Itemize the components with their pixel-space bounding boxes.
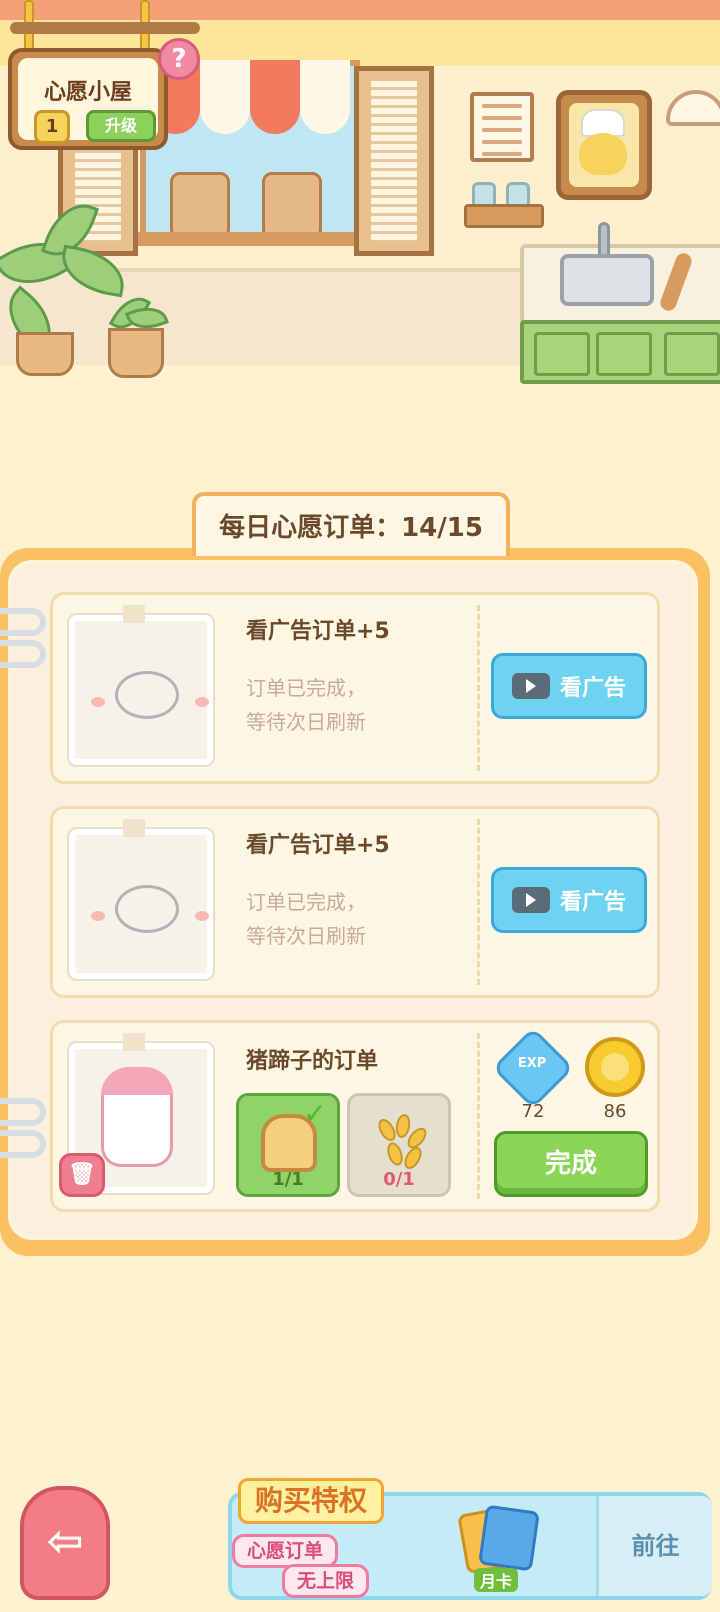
order-card: 🗑 猪蹄子的订单 ✓ 1/1 0/1 EXP 72 86 完成	[50, 1020, 660, 1212]
watch-ad-label: 看广告	[559, 890, 626, 915]
wheat-icon	[370, 1108, 432, 1176]
chef-portrait-icon	[556, 90, 652, 200]
order-card: 看广告订单+5 订单已完成， 等待次日刷新 看广告	[50, 592, 660, 784]
watch-ad-button[interactable]: 看广告	[491, 867, 647, 933]
binder-ring-icon	[0, 1130, 46, 1158]
exp-icon: EXP	[491, 1026, 575, 1110]
order-title: 看广告订单+5	[246, 619, 390, 644]
coin-value: 86	[603, 1101, 627, 1122]
watch-ad-button[interactable]: 看广告	[491, 653, 647, 719]
level-badge: 1	[34, 110, 70, 144]
banner-line2: 无上限	[282, 1564, 370, 1598]
order-card: 看广告订单+5 订单已完成， 等待次日刷新 看广告	[50, 806, 660, 998]
binder-ring-icon	[0, 608, 46, 636]
order-status: 订单已完成， 等待次日刷新	[246, 676, 366, 734]
order-title: 看广告订单+5	[246, 833, 390, 858]
go-button[interactable]: 前往	[596, 1496, 712, 1596]
paper-bag-icon	[170, 172, 230, 236]
window-sill	[125, 232, 375, 246]
video-camera-icon	[511, 887, 550, 913]
order-status: 订单已完成， 等待次日刷新	[246, 890, 366, 948]
ingredient-count: 0/1	[383, 1169, 415, 1190]
top-rail	[0, 0, 720, 22]
banner-headline: 购买特权	[238, 1478, 385, 1524]
watch-ad-label: 看广告	[559, 676, 626, 701]
coin-icon	[585, 1037, 645, 1097]
trash-icon[interactable]: 🗑	[59, 1153, 105, 1197]
privilege-banner[interactable]: 购买特权 心愿订单 无上限 月卡 前往	[228, 1478, 712, 1600]
placeholder-face-icon	[115, 885, 179, 933]
monthly-card-label: 月卡	[474, 1568, 519, 1592]
back-exit-icon[interactable]: ⇦	[20, 1486, 110, 1600]
paper-bag-icon	[262, 172, 322, 236]
ingredient-slot-bread: ✓ 1/1	[236, 1093, 340, 1197]
kitchen-cabinet	[520, 320, 720, 384]
ingredient-slot-wheat: 0/1	[347, 1093, 451, 1197]
checkmark-icon: ✓	[303, 1097, 327, 1130]
banner-line1: 心愿订单	[232, 1534, 339, 1568]
complete-order-button[interactable]: 完成	[494, 1131, 648, 1197]
exp-label: EXP	[517, 1056, 547, 1072]
monthly-card-icon	[478, 1504, 540, 1572]
wall-shelf	[464, 204, 544, 228]
placeholder-face-icon	[115, 671, 179, 719]
empty-customer-photo	[69, 615, 213, 765]
empty-customer-photo	[69, 829, 213, 979]
upgrade-button[interactable]: 升级	[86, 110, 156, 142]
banner-promo: 购买特权 心愿订单 无上限	[232, 1478, 432, 1598]
video-camera-icon	[511, 673, 550, 699]
ingredient-count: 1/1	[272, 1169, 304, 1190]
sink-icon	[560, 254, 654, 306]
binder-ring-icon	[0, 1098, 46, 1126]
exp-value: 72	[521, 1101, 545, 1122]
shop-name: 心愿小屋	[43, 80, 132, 105]
window-shutter-right	[354, 66, 434, 256]
recipe-frame-icon	[470, 92, 534, 162]
pig-customer-icon	[101, 1067, 173, 1167]
binder-ring-icon	[0, 640, 46, 668]
daily-orders-title: 每日心愿订单：14/15	[192, 492, 510, 556]
order-title: 猪蹄子的订单	[246, 1049, 379, 1074]
lamp-icon	[666, 60, 720, 130]
help-icon[interactable]: ?	[158, 38, 200, 80]
sign-rod	[10, 22, 200, 34]
